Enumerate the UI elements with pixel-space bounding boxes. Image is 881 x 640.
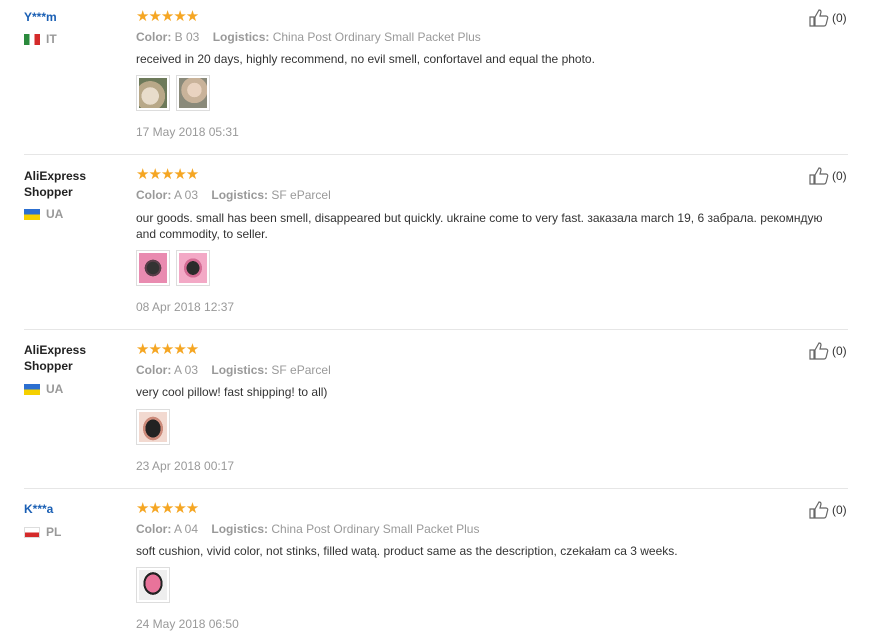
thumbs-up-icon: [809, 501, 829, 519]
star-rating: ★★★★★: [136, 500, 199, 517]
helpful-count: (0): [832, 503, 847, 517]
helpful-count: (0): [832, 11, 847, 25]
thumbs-up-icon: [809, 9, 829, 27]
helpful-count: (0): [832, 169, 847, 183]
review-divider: [24, 488, 848, 489]
color-value: A 04: [174, 522, 199, 536]
reviewer-country: IT: [24, 32, 57, 46]
review-meta: Color: A 04 Logistics: China Post Ordina…: [136, 522, 479, 536]
review-photos: [136, 75, 210, 111]
review-date: 24 May 2018 06:50: [136, 617, 239, 631]
country-code: UA: [46, 382, 64, 396]
reviewer-name[interactable]: K***a: [24, 501, 53, 517]
thumbs-up-icon: [809, 342, 829, 360]
review-photo-thumbnail[interactable]: [136, 250, 170, 286]
logistics-value: China Post Ordinary Small Packet Plus: [271, 522, 480, 536]
review-photo-thumbnail[interactable]: [176, 75, 210, 111]
reviewer-country: PL: [24, 525, 61, 539]
ukraine-flag-icon: [24, 383, 40, 395]
logistics-value: SF eParcel: [271, 363, 331, 377]
review-date: 23 Apr 2018 00:17: [136, 459, 235, 473]
review-divider: [24, 329, 848, 330]
reviewer-country: UA: [24, 382, 63, 396]
logistics-value: China Post Ordinary Small Packet Plus: [272, 30, 481, 44]
review-text: very cool pillow! fast shipping! to all): [136, 385, 328, 399]
ukraine-flag-icon: [24, 208, 40, 220]
star-rating: ★★★★★: [136, 8, 199, 25]
country-code: PL: [46, 525, 62, 539]
reviewer-name[interactable]: Y***m: [24, 9, 57, 25]
color-value: A 03: [174, 363, 199, 377]
star-rating: ★★★★★: [136, 341, 199, 358]
review-text: soft cushion, vivid color, not stinks, f…: [136, 544, 678, 558]
review-meta: Color: A 03 Logistics: SF eParcel: [136, 188, 331, 202]
italy-flag-icon: [24, 33, 40, 45]
country-code: UA: [46, 207, 64, 221]
country-code: IT: [46, 32, 57, 46]
color-value: B 03: [174, 30, 200, 44]
review-photo-thumbnail[interactable]: [136, 409, 170, 445]
review-date: 08 Apr 2018 12:37: [136, 300, 235, 314]
helpful-count: (0): [832, 344, 847, 358]
reviewer-country: UA: [24, 207, 63, 221]
color-label: Color:: [136, 363, 172, 377]
helpful-button[interactable]: (0): [809, 9, 847, 27]
star-rating: ★★★★★: [136, 166, 199, 183]
review-text: received in 20 days, highly recommend, n…: [136, 52, 595, 66]
thumbs-up-icon: [809, 167, 829, 185]
review-text: our goods. small has been smell, disappe…: [136, 211, 823, 241]
logistics-label: Logistics:: [211, 522, 269, 536]
review-photos: [136, 567, 170, 603]
logistics-label: Logistics:: [211, 188, 269, 202]
helpful-button[interactable]: (0): [809, 501, 847, 519]
reviewer-name: AliExpress Shopper: [24, 169, 87, 199]
color-value: A 03: [174, 188, 199, 202]
logistics-label: Logistics:: [212, 30, 270, 44]
helpful-button[interactable]: (0): [809, 342, 847, 360]
color-label: Color:: [136, 188, 172, 202]
review-divider: [24, 154, 848, 155]
color-label: Color:: [136, 522, 172, 536]
review-photos: [136, 250, 210, 286]
reviewer-name: AliExpress Shopper: [24, 343, 87, 373]
review-date: 17 May 2018 05:31: [136, 125, 239, 139]
logistics-value: SF eParcel: [271, 188, 331, 202]
review-photo-thumbnail[interactable]: [176, 250, 210, 286]
review-meta: Color: A 03 Logistics: SF eParcel: [136, 363, 331, 377]
logistics-label: Logistics:: [211, 363, 269, 377]
review-meta: Color: B 03 Logistics: China Post Ordina…: [136, 30, 481, 44]
poland-flag-icon: [24, 526, 40, 538]
review-photo-thumbnail[interactable]: [136, 567, 170, 603]
helpful-button[interactable]: (0): [809, 167, 847, 185]
review-photo-thumbnail[interactable]: [136, 75, 170, 111]
review-photos: [136, 409, 170, 445]
color-label: Color:: [136, 30, 172, 44]
